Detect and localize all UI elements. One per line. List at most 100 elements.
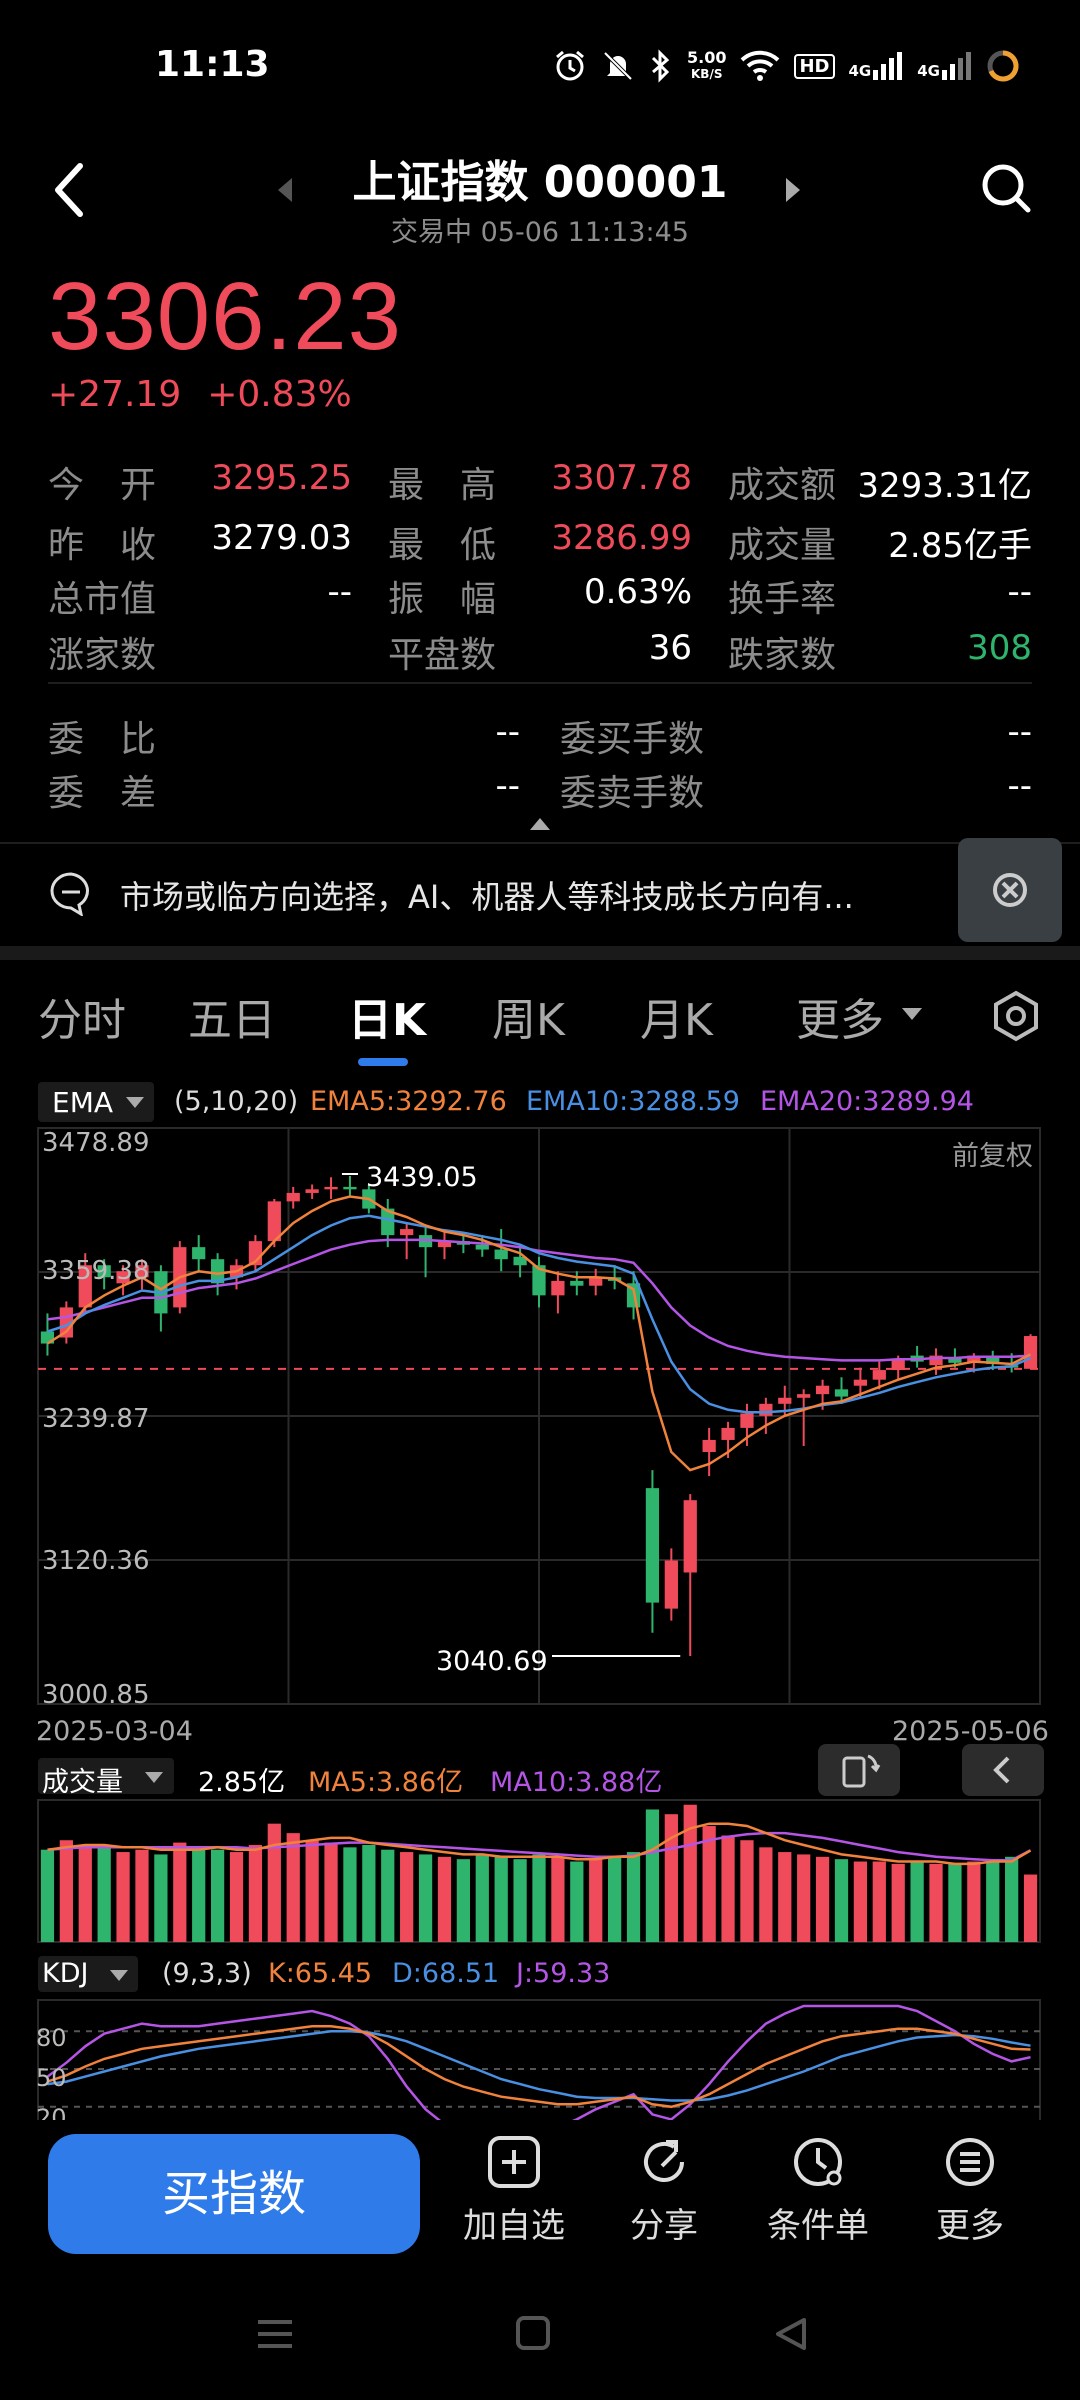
order-value: -- — [495, 766, 520, 806]
candle-body — [872, 1370, 886, 1380]
volume-bar — [78, 1844, 92, 1942]
volume-bar — [645, 1809, 660, 1942]
collapse-icon[interactable] — [530, 818, 550, 830]
signal-2: 4G — [917, 52, 972, 80]
candle-body — [759, 1403, 773, 1416]
candle-body — [683, 1500, 697, 1573]
date-start: 2025-03-04 — [36, 1716, 193, 1747]
signal-1: 4G — [849, 52, 904, 80]
adjust-mode-label[interactable]: 前复权 — [952, 1134, 1033, 1173]
tab-timeshare[interactable]: 分时 — [38, 984, 126, 1048]
share-button[interactable]: 分享 — [594, 2134, 734, 2254]
volume-bar — [778, 1852, 792, 1942]
recents-icon[interactable] — [258, 2320, 292, 2348]
volume-bar — [532, 1854, 546, 1942]
stat-value: 3279.03 — [211, 518, 352, 558]
message-icon — [50, 872, 89, 916]
condition-order-button[interactable]: 条件单 — [748, 2134, 888, 2254]
volume-bar — [248, 1844, 263, 1942]
volume-bar — [740, 1840, 754, 1942]
tab-five-day[interactable]: 五日 — [188, 984, 276, 1048]
volume-bar — [683, 1804, 697, 1942]
menu-icon — [946, 2138, 994, 2186]
volume-bar — [305, 1840, 319, 1942]
more-label: 更多 — [936, 2206, 1004, 2246]
kdj-axis-label: 80 — [36, 2024, 67, 2052]
kdj-k: K:65.45 — [268, 1958, 373, 1989]
stat-label: 平盘数 — [388, 635, 497, 676]
volume-bar — [551, 1856, 565, 1942]
back-nav-icon[interactable] — [776, 2318, 806, 2350]
collapse-panel-button[interactable] — [962, 1744, 1044, 1796]
news-text[interactable]: 市场或临方向选择，AI、机器人等科技成长方向有... — [120, 872, 940, 918]
candle-body — [551, 1280, 565, 1296]
vol-ma10: MA10:3.88亿 — [490, 1767, 663, 1798]
settings-icon[interactable] — [990, 990, 1042, 1042]
volume-bar — [229, 1852, 244, 1942]
stat-value: -- — [1007, 572, 1032, 612]
share-icon — [644, 2140, 684, 2182]
volume-bar — [475, 1854, 489, 1942]
candle-body — [305, 1189, 319, 1193]
volume-bar — [59, 1840, 73, 1942]
order-value: -- — [1007, 766, 1032, 806]
network-speed: 5.00 KB/S — [687, 48, 727, 82]
next-stock-icon[interactable] — [786, 178, 800, 202]
wifi-icon — [741, 50, 780, 81]
volume-bar — [400, 1852, 414, 1942]
order-label: 委买手数 — [560, 719, 705, 760]
chevron-down-icon — [902, 1008, 922, 1020]
volume-bar — [891, 1863, 905, 1942]
volume-bar — [872, 1861, 886, 1942]
order-value: -- — [1007, 712, 1032, 752]
clock-icon — [794, 2138, 842, 2186]
candlestick-chart[interactable] — [0, 1124, 1080, 1710]
tab-weekly-k[interactable]: 周K — [492, 984, 565, 1048]
add-watchlist-button[interactable]: 加自选 — [444, 2134, 584, 2254]
kdj-chart[interactable] — [0, 1996, 1080, 2120]
hd-badge: HD — [794, 53, 835, 79]
more-button[interactable]: 更多 — [900, 2134, 1040, 2254]
vol-ma5: MA5:3.86亿 — [308, 1767, 464, 1798]
order-value: -- — [495, 712, 520, 752]
status-icons: 5.00 KB/S HD 4G 4G — [553, 46, 1020, 86]
kdj-params: (9,3,3) — [162, 1958, 252, 1989]
volume-bar — [589, 1859, 603, 1942]
volume-bar — [362, 1844, 376, 1942]
volume-bar — [570, 1861, 584, 1942]
order-label: 委 差 — [48, 773, 157, 814]
stat-label: 昨 收 — [48, 525, 157, 566]
page-title: 上证指数 000001 — [352, 157, 728, 208]
buy-index-button[interactable]: 买指数 — [48, 2134, 420, 2254]
condition-order-label: 条件单 — [767, 2206, 869, 2246]
order-label: 委 比 — [48, 719, 157, 760]
home-icon[interactable] — [516, 2316, 550, 2350]
stat-value: 3293.31亿 — [857, 466, 1032, 506]
chevron-left-icon — [993, 1756, 1010, 1784]
tab-daily-k[interactable]: 日K — [348, 984, 426, 1048]
tab-more[interactable]: 更多 — [796, 984, 884, 1048]
volume-bar — [418, 1854, 433, 1942]
kdj-select-label: KDJ — [42, 1958, 89, 1989]
stat-value: 3286.99 — [551, 518, 692, 558]
rotate-button[interactable] — [818, 1744, 900, 1796]
tab-monthly-k[interactable]: 月K — [640, 984, 713, 1048]
volume-bar — [626, 1852, 641, 1942]
candle-body — [286, 1192, 300, 1202]
candle-body — [853, 1379, 868, 1386]
stat-label: 成交额 — [728, 465, 837, 506]
candle-body — [570, 1280, 584, 1286]
volume-chart[interactable] — [0, 1796, 1080, 1946]
share-label: 分享 — [630, 2206, 698, 2246]
news-close-button[interactable] — [958, 838, 1062, 942]
battery-ring-icon — [987, 50, 1019, 82]
search-icon[interactable] — [980, 162, 1032, 214]
volume-bar — [834, 1859, 849, 1942]
stat-label: 总市值 — [48, 579, 157, 620]
mute-icon — [603, 51, 633, 81]
stat-value: 3307.78 — [551, 458, 692, 498]
candle-body — [645, 1488, 660, 1603]
ema-params: (5,10,20) — [174, 1086, 299, 1117]
chevron-down-icon — [110, 1970, 128, 1981]
close-icon — [993, 873, 1027, 907]
